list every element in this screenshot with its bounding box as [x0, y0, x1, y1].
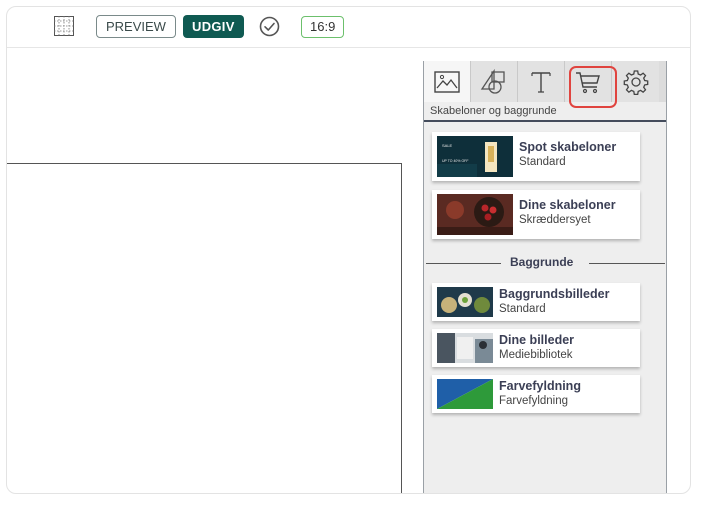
- background-subtitle: Standard: [499, 303, 546, 315]
- template-title: Dine skabeloner: [519, 198, 616, 212]
- background-thumbnail: [437, 333, 493, 363]
- background-card-stock[interactable]: Baggrundsbilleder Standard: [432, 283, 640, 321]
- shapes-icon: [480, 68, 505, 94]
- editor-window: PREVIEW UDGIV 16:9 Skabeloner og baggrun…: [6, 6, 691, 494]
- template-thumbnail: [437, 194, 513, 235]
- template-thumbnail: SALE UP TO 40% OFF: [437, 136, 513, 177]
- section-underline: [424, 120, 666, 122]
- aspect-ratio-button[interactable]: 16:9: [301, 16, 345, 38]
- background-title: Dine billeder: [499, 333, 575, 347]
- background-card-media[interactable]: Dine billeder Mediebibliotek: [432, 329, 640, 367]
- publish-button[interactable]: UDGIV: [183, 15, 244, 38]
- template-card-spot[interactable]: SALE UP TO 40% OFF Spot skabeloner Stand…: [432, 132, 640, 181]
- background-title: Farvefyldning: [499, 379, 581, 393]
- template-subtitle: Skræddersyet: [519, 214, 591, 226]
- slide-canvas[interactable]: [7, 163, 402, 493]
- svg-text:SALE: SALE: [442, 143, 453, 148]
- background-subtitle: Mediebibliotek: [499, 349, 573, 361]
- tab-settings[interactable]: [612, 61, 659, 102]
- template-card-custom[interactable]: Dine skabeloner Skræddersyet: [432, 190, 640, 239]
- tab-images[interactable]: [424, 61, 471, 102]
- gear-icon: [623, 69, 648, 95]
- section-label: Skabeloner og baggrunde: [430, 105, 557, 117]
- backgrounds-heading: Baggrunde: [510, 255, 574, 269]
- shop-tab-highlight: [569, 66, 617, 108]
- tab-text[interactable]: [518, 61, 565, 102]
- top-toolbar: PREVIEW UDGIV 16:9: [7, 7, 690, 48]
- svg-text:UP TO 40% OFF: UP TO 40% OFF: [442, 159, 468, 163]
- side-panel: Skabeloner og baggrunde SALE UP TO 40% O…: [423, 61, 667, 493]
- grid-icon[interactable]: [54, 16, 74, 36]
- template-subtitle: Standard: [519, 156, 566, 168]
- preview-button[interactable]: PREVIEW: [96, 15, 176, 38]
- tab-shapes[interactable]: [471, 61, 518, 102]
- background-subtitle: Farvefyldning: [499, 395, 569, 407]
- background-thumbnail: [437, 287, 493, 317]
- background-title: Baggrundsbilleder: [499, 287, 610, 301]
- template-title: Spot skabeloner: [519, 140, 617, 154]
- divider-line-right: [589, 263, 665, 264]
- text-icon: [531, 71, 551, 93]
- image-icon: [434, 70, 460, 93]
- background-card-fill[interactable]: Farvefyldning Farvefyldning: [432, 375, 640, 413]
- background-thumbnail: [437, 379, 493, 409]
- panel-tabs: [424, 61, 666, 102]
- divider-line-left: [426, 263, 501, 264]
- check-circle-icon[interactable]: [259, 16, 280, 37]
